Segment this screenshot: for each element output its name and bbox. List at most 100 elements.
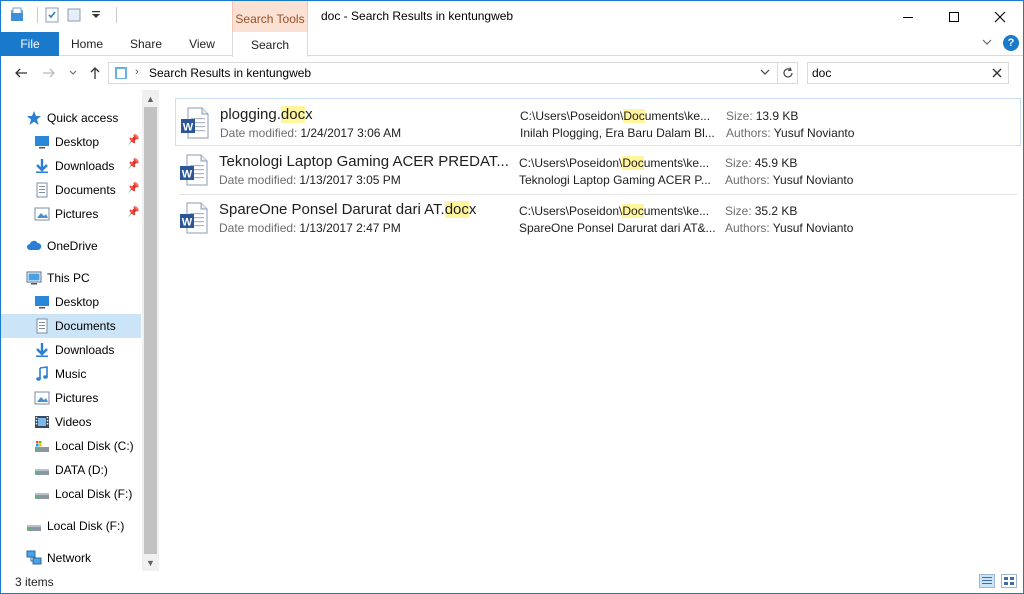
nav-item[interactable]: Music [1,362,141,386]
search-results-list: Wplogging.docx Date modified: 1/24/2017 3:… [171,90,1023,571]
nav-item[interactable]: Videos [1,410,141,434]
expand-ribbon-icon[interactable] [981,36,993,51]
authors-label: Authors: [725,173,770,187]
address-divider [777,63,778,83]
computer-icon [26,270,42,286]
search-input[interactable] [812,65,982,81]
scroll-up-icon[interactable]: ▲ [142,90,159,107]
nav-item-label: Pictures [55,207,99,221]
window-title: doc - Search Results in kentungweb [321,9,514,23]
refresh-icon[interactable] [781,66,795,83]
result-name[interactable]: SpareOne Ponsel Darurat dari AT.docx [219,201,476,218]
navigation-pane: Quick access Desktop 📌 Downloads 📌 Documents 📌… [1,90,159,571]
nav-item[interactable]: DATA (D:) [1,458,141,482]
path-text-end: uments\ke... [643,156,710,170]
view-switcher [979,574,1017,588]
maximize-button[interactable] [931,1,977,32]
date-label: Date modified: [219,221,297,235]
tab-search[interactable]: Search [232,32,308,57]
folder-icon[interactable] [9,7,25,23]
result-size: Size: 45.9 KB [725,156,797,170]
nav-item[interactable]: Documents 📌 [1,178,141,202]
nav-item[interactable]: Downloads 📌 [1,154,141,178]
scroll-down-icon[interactable]: ▼ [142,554,159,571]
breadcrumb-current[interactable]: Search Results in kentungweb [149,66,311,80]
tab-file[interactable]: File [1,32,59,56]
recent-locations-button[interactable] [63,63,83,83]
authors-label: Authors: [726,126,771,140]
search-results-icon [113,65,129,84]
address-bar[interactable]: › Search Results in kentungweb [108,62,798,84]
drive-icon [34,486,50,502]
tab-view[interactable]: View [177,32,227,56]
date-label: Date modified: [219,173,297,187]
minimize-button[interactable] [885,1,931,32]
pin-icon: 📌 [127,135,140,146]
size-value: 45.9 KB [754,156,798,170]
result-date: Date modified: 1/13/2017 3:05 PM [219,173,401,187]
new-folder-icon[interactable] [66,7,82,23]
ribbon-tabs: File Home Share View Search ? [1,32,1023,57]
nav-item[interactable]: Network [1,546,141,570]
result-item[interactable]: Wplogging.docx Date modified: 1/24/2017 3:… [175,98,1021,146]
documents-icon [34,318,50,334]
nav-item-label: Network [47,551,92,565]
nav-item[interactable]: Desktop 📌 [1,130,141,154]
nav-item[interactable]: Desktop [1,290,141,314]
svg-text:W: W [182,169,193,181]
nav-item[interactable]: Pictures 📌 [1,202,141,226]
properties-icon[interactable] [44,7,60,23]
contextual-tab-label: Search Tools [235,12,305,26]
address-dropdown-icon[interactable] [759,66,771,81]
scroll-thumb[interactable] [144,107,157,554]
nav-item[interactable]: Pictures [1,386,141,410]
forward-button[interactable] [39,63,59,83]
search-box[interactable] [807,62,1009,84]
ribbon-right-controls: ? [981,35,1019,51]
result-name[interactable]: Teknologi Laptop Gaming ACER PREDAT... [219,153,509,170]
close-button[interactable] [977,1,1023,32]
download-icon [34,158,50,174]
up-button[interactable] [85,63,105,83]
nav-item[interactable]: Documents [1,314,141,338]
explorer-window: Search Tools doc - Search Results in ken… [0,0,1024,594]
tab-home[interactable]: Home [61,32,113,56]
result-size: Size: 35.2 KB [725,204,797,218]
star-icon [26,110,42,126]
help-icon[interactable]: ? [1003,35,1019,51]
customize-dropdown-icon[interactable] [88,7,104,23]
authors-label: Authors: [725,221,770,235]
nav-item-label: Videos [55,415,92,429]
quick-access-toolbar [9,7,117,23]
result-size: Size: 13.9 KB [726,109,798,123]
nav-item-label: Pictures [55,391,99,405]
nav-item[interactable]: This PC [1,266,141,290]
nav-item[interactable]: OneDrive [1,234,141,258]
authors-value: Yusuf Novianto [773,126,855,140]
pin-icon: 📌 [127,159,140,170]
size-value: 13.9 KB [755,109,799,123]
nav-scrollbar[interactable]: ▲ ▼ [142,90,159,571]
back-arrow-icon [15,68,27,78]
tab-share[interactable]: Share [119,32,173,56]
large-icons-view-button[interactable] [1001,574,1017,588]
result-item[interactable]: W Teknologi Laptop Gaming ACER PREDAT... D… [175,146,1021,195]
authors-value: Yusuf Novianto [772,221,854,235]
result-name[interactable]: plogging.docx [220,106,313,123]
nav-item[interactable]: Downloads [1,338,141,362]
breadcrumb-separator-icon[interactable]: › [135,66,139,78]
clear-search-icon[interactable] [992,65,1002,81]
nav-item[interactable]: Local Disk (C:) [1,434,141,458]
music-icon [34,366,50,382]
forward-arrow-icon [43,68,55,78]
nav-item[interactable]: Local Disk (F:) [1,514,141,538]
nav-item[interactable]: Local Disk (F:) [1,482,141,506]
drive-icon [26,518,42,534]
details-view-button[interactable] [979,574,995,588]
nav-item[interactable]: Quick access [1,106,141,130]
cloud-icon [26,238,42,254]
back-button[interactable] [11,63,31,83]
result-snippet: Inilah Plogging, Era Baru Dalam Bl... [520,126,715,140]
result-item[interactable]: W SpareOne Ponsel Darurat dari AT.docx Dat… [175,194,1021,242]
result-date: Date modified: 1/13/2017 2:47 PM [219,221,401,235]
